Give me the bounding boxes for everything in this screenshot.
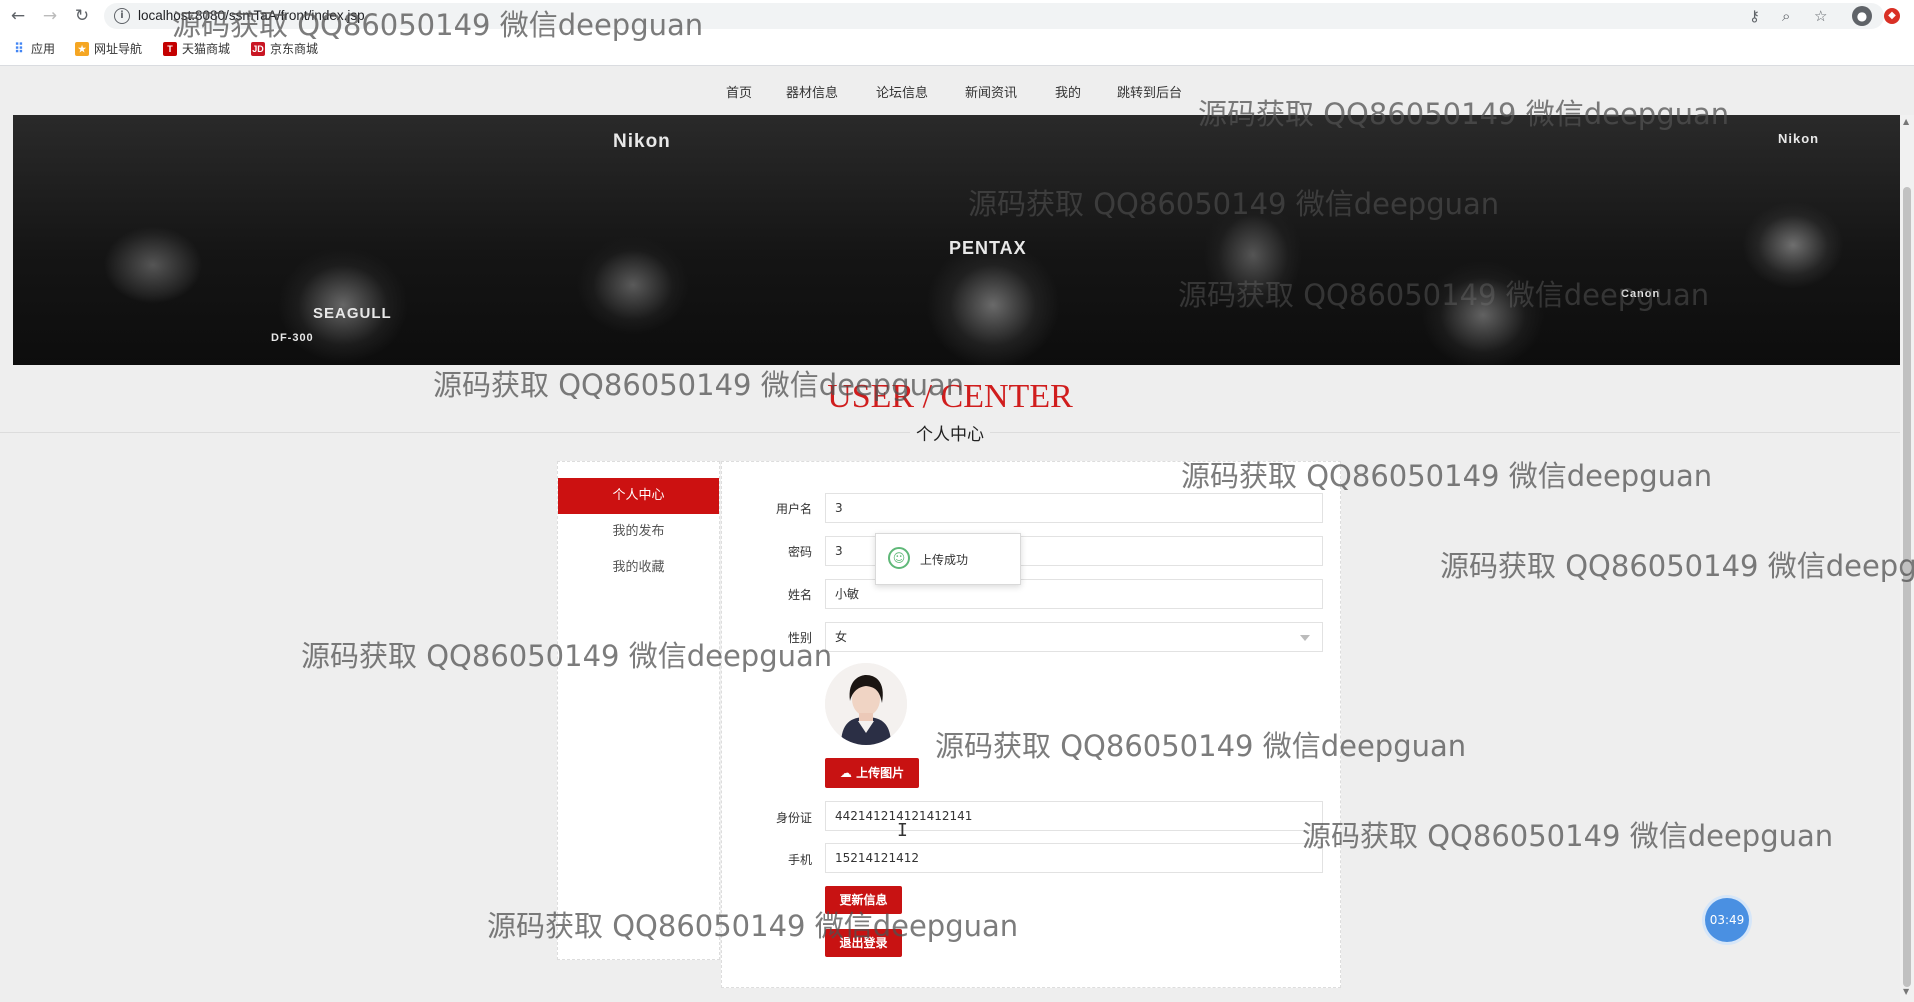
forward-arrow-icon[interactable]: → xyxy=(40,6,60,26)
user-sidebar: 个人中心 我的发布 我的收藏 xyxy=(557,461,720,960)
profile-icon[interactable]: ● xyxy=(1852,6,1872,26)
username-label: 用户名 xyxy=(775,502,812,516)
username-field[interactable]: 3 xyxy=(825,493,1323,523)
banner-brand: Nikon xyxy=(1778,131,1820,146)
sidebar-item-my-posts[interactable]: 我的发布 xyxy=(558,514,719,550)
idcard-label: 身份证 xyxy=(775,811,812,825)
page-scrollbar[interactable]: ▲ ▼ xyxy=(1900,115,1914,1002)
watermark: 源码获取 QQ86050149 微信deepguan xyxy=(1302,819,1834,853)
scrollbar-thumb[interactable] xyxy=(1903,187,1911,987)
reload-icon[interactable]: ↻ xyxy=(72,6,92,26)
nav-equipment[interactable]: 器材信息 xyxy=(786,82,838,101)
smile-icon: ☺ xyxy=(888,547,910,569)
nav-forum[interactable]: 论坛信息 xyxy=(876,82,928,101)
avatar-portrait-icon xyxy=(825,663,907,745)
nav-mine[interactable]: 我的 xyxy=(1055,82,1081,101)
cloud-upload-icon: ☁ xyxy=(839,766,852,780)
zoom-icon[interactable]: ⌕ xyxy=(1782,7,1790,25)
banner-brand: DF-300 xyxy=(271,332,314,344)
sidebar-item-profile[interactable]: 个人中心 xyxy=(558,478,719,514)
site-info-icon[interactable]: i xyxy=(114,8,130,24)
bookmark-label: 天猫商城 xyxy=(182,42,231,56)
key-icon[interactable]: ⚷ xyxy=(1749,7,1760,25)
update-info-button[interactable]: 更新信息 xyxy=(825,886,902,914)
gender-label: 性别 xyxy=(787,631,812,645)
upload-button-label: 上传图片 xyxy=(856,766,905,780)
logout-button[interactable]: 退出登录 xyxy=(825,929,902,957)
bookmarks-bar: ⠿ 应用 ★ 网址导航 T 天猫商城 JD 京东商城 xyxy=(0,32,1914,66)
nav-news[interactable]: 新闻资讯 xyxy=(965,82,1017,101)
banner-brand: SEAGULL xyxy=(313,305,392,322)
camera-banner: Nikon PENTAX SEAGULL DF-300 Nikon Canon xyxy=(13,115,1901,365)
tmall-icon: T xyxy=(163,41,177,56)
apps-grid-icon: ⠿ xyxy=(14,40,24,56)
bookmark-tmall[interactable]: T 天猫商城 xyxy=(163,40,230,57)
upload-success-toast: ☺ 上传成功 xyxy=(875,533,1021,585)
banner-brand: PENTAX xyxy=(949,238,1027,258)
heading-chinese-text: 个人中心 xyxy=(910,425,990,445)
scroll-up-icon[interactable]: ▲ xyxy=(1903,117,1909,126)
jd-icon: JD xyxy=(251,41,265,56)
banner-brand: Canon xyxy=(1621,288,1661,300)
avatar xyxy=(825,663,907,745)
text-cursor-icon: I xyxy=(897,820,908,841)
extension-icon[interactable]: ◆ xyxy=(1884,8,1900,24)
bookmark-folder-icon: ★ xyxy=(75,41,89,56)
bookmark-jd[interactable]: JD 京东商城 xyxy=(251,40,318,57)
heading-english: USER / CENTER xyxy=(827,378,1073,415)
bookmark-label: 京东商城 xyxy=(270,42,319,56)
scroll-down-icon[interactable]: ▼ xyxy=(1903,987,1909,996)
site-nav: 首页 器材信息 论坛信息 新闻资讯 我的 跳转到后台 xyxy=(0,66,1914,114)
nav-admin[interactable]: 跳转到后台 xyxy=(1117,82,1182,101)
nav-home[interactable]: 首页 xyxy=(726,82,752,101)
phone-field[interactable]: 15214121412 xyxy=(825,843,1323,873)
sidebar-item-favorites[interactable]: 我的收藏 xyxy=(558,550,719,586)
watermark: 源码获取 QQ86050149 微信deepguan xyxy=(1440,549,1914,583)
back-arrow-icon[interactable]: ← xyxy=(8,6,28,26)
floating-clock[interactable]: 03:49 xyxy=(1705,898,1749,942)
bookmark-label: 网址导航 xyxy=(94,42,143,56)
chevron-down-icon xyxy=(1300,635,1310,641)
browser-toolbar: ← → ↻ i localhost:8080/ssmTaA/front/inde… xyxy=(0,0,1914,32)
star-icon[interactable]: ☆ xyxy=(1814,7,1827,25)
upload-image-button[interactable]: ☁ 上传图片 xyxy=(825,758,919,788)
name-label: 姓名 xyxy=(787,588,812,602)
address-bar[interactable]: i localhost:8080/ssmTaA/front/index.jsp … xyxy=(104,3,1884,29)
heading-chinese: 个人中心 xyxy=(0,420,1900,445)
phone-label: 手机 xyxy=(787,853,812,867)
gender-value: 女 xyxy=(835,630,848,644)
bookmark-apps[interactable]: ⠿ 应用 xyxy=(12,40,55,57)
bookmark-label: 应用 xyxy=(31,42,56,56)
bookmark-nav[interactable]: ★ 网址导航 xyxy=(75,40,142,57)
toast-message: 上传成功 xyxy=(920,553,969,567)
address-url[interactable]: localhost:8080/ssmTaA/front/index.jsp xyxy=(138,8,365,23)
banner-brand: Nikon xyxy=(613,131,671,152)
password-label: 密码 xyxy=(787,545,812,559)
gender-select[interactable]: 女 xyxy=(825,622,1323,652)
